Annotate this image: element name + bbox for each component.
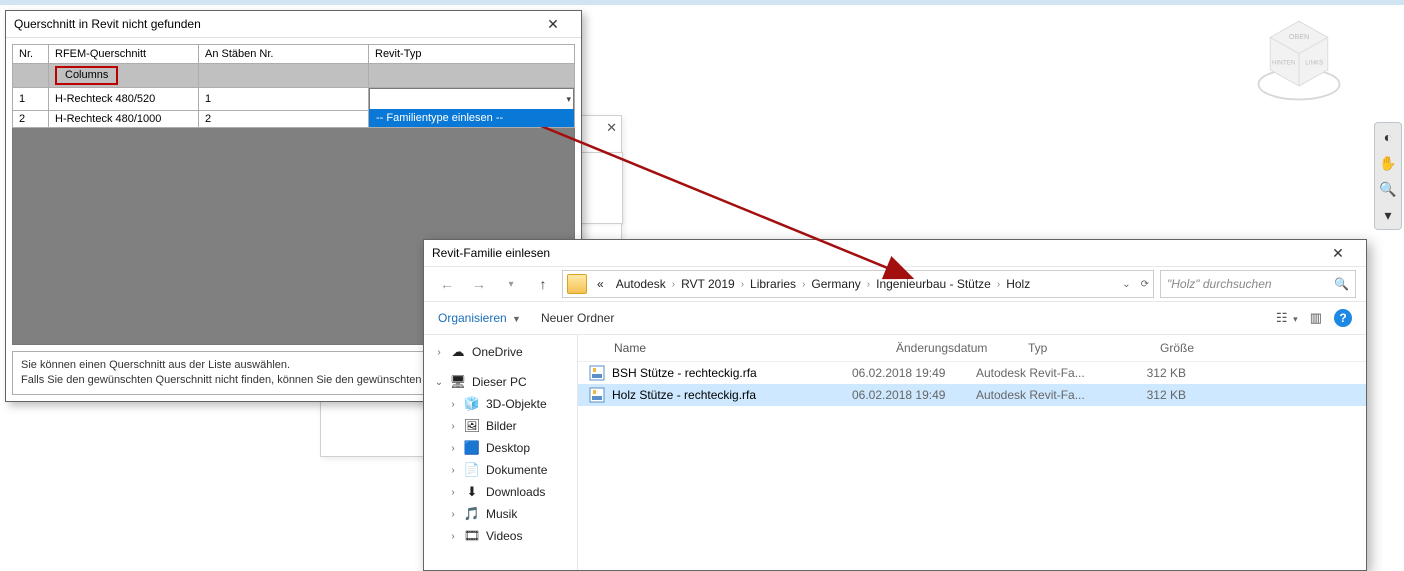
music-icon: 🎵 — [464, 506, 480, 522]
preview-pane-button[interactable]: ▥ — [1310, 310, 1322, 326]
file-row[interactable]: BSH Stütze - rechteckig.rfa06.02.2018 19… — [578, 362, 1366, 384]
querschnitt-table[interactable]: Nr. RFEM-Querschnitt An Stäben Nr. Revit… — [12, 44, 575, 128]
navigation-bar[interactable]: ◐ ✋ 🔍 ▾ — [1374, 122, 1402, 230]
table-row[interactable]: 1 H-Rechteck 480/520 1 ▾ -- Familientype… — [13, 88, 575, 111]
chevron-down-icon[interactable]: ⌄ — [1122, 279, 1130, 290]
dropdown-option[interactable]: -- Familientype einlesen -- — [369, 109, 574, 127]
organise-menu[interactable]: Organisieren ▼ — [438, 311, 521, 325]
view-cube[interactable]: OBEN HINTEN LINKS — [1254, 14, 1344, 104]
tree-node[interactable]: ›🟦Desktop — [434, 437, 577, 459]
pan-icon[interactable]: ✋ — [1378, 153, 1398, 173]
tree-node[interactable]: ›⬇Downloads — [434, 481, 577, 503]
file-row[interactable]: Holz Stütze - rechteckig.rfa06.02.2018 1… — [578, 384, 1366, 406]
recent-button[interactable]: ▾ — [498, 271, 524, 297]
doc-icon: 📄 — [464, 462, 480, 478]
file-list-header[interactable]: Name Änderungsdatum Typ Größe — [578, 335, 1366, 362]
cloud-icon: ☁ — [450, 344, 466, 360]
new-folder-button[interactable]: Neuer Ordner — [541, 311, 614, 325]
close-button[interactable]: ✕ — [533, 12, 573, 36]
svg-text:HINTEN: HINTEN — [1272, 59, 1296, 66]
tree-node[interactable]: ›🎵Musik — [434, 503, 577, 525]
pic-icon: 🖼 — [464, 418, 480, 434]
revit-type-select[interactable]: ▾ — [369, 88, 574, 110]
tree-node[interactable]: ›☁OneDrive — [434, 341, 577, 363]
tree-node[interactable]: ›🧊3D-Objekte — [434, 393, 577, 415]
dialog-title: Querschnitt in Revit nicht gefunden — [14, 17, 201, 31]
more-icon[interactable]: ▾ — [1378, 205, 1398, 225]
navigation-row: ← → ▾ ↑ « Autodesk› RVT 2019› Libraries›… — [424, 267, 1366, 301]
dialog-titlebar: Revit-Familie einlesen ✕ — [424, 240, 1366, 267]
video-icon: 🎞 — [464, 528, 480, 544]
forward-button: → — [466, 271, 492, 297]
back-button[interactable]: ← — [434, 271, 460, 297]
help-icon[interactable]: ? — [1334, 309, 1352, 327]
breadcrumb[interactable]: « Autodesk› RVT 2019› Libraries› Germany… — [562, 270, 1154, 298]
search-input[interactable]: "Holz" durchsuchen 🔍 — [1160, 270, 1356, 298]
table-header: Nr. RFEM-Querschnitt An Stäben Nr. Revit… — [13, 45, 575, 64]
dialog-titlebar: Querschnitt in Revit nicht gefunden ✕ — [6, 11, 581, 38]
refresh-icon[interactable]: ⟳ — [1141, 279, 1149, 290]
folder-icon — [567, 274, 587, 294]
pc-icon: 🖥 — [450, 374, 466, 390]
tree-node[interactable]: ›📄Dokumente — [434, 459, 577, 481]
tree-node[interactable]: ›🖼Bilder — [434, 415, 577, 437]
svg-text:LINKS: LINKS — [1305, 59, 1323, 66]
rfa-file-icon — [588, 387, 606, 403]
zoom-icon[interactable]: 🔍 — [1378, 179, 1398, 199]
toolbar: Organisieren ▼ Neuer Ordner ☷ ▾ ▥ ? — [424, 301, 1366, 335]
desk-icon: 🟦 — [464, 440, 480, 456]
dialog-title: Revit-Familie einlesen — [432, 246, 550, 260]
group-label: Columns — [55, 66, 118, 85]
search-icon: 🔍 — [1334, 277, 1349, 291]
file-open-dialog: Revit-Familie einlesen ✕ ← → ▾ ↑ « Autod… — [423, 239, 1367, 571]
cube-icon: 🧊 — [464, 396, 480, 412]
chevron-down-icon: ▾ — [566, 94, 571, 105]
tree-node[interactable]: ⌄🖥Dieser PC — [434, 371, 577, 393]
close-icon: ✕ — [606, 120, 617, 136]
folder-tree[interactable]: ›☁OneDrive ⌄🖥Dieser PC›🧊3D-Objekte›🖼Bilde… — [424, 335, 578, 570]
view-options-button[interactable]: ☷ ▾ — [1276, 310, 1298, 326]
up-button[interactable]: ↑ — [530, 271, 556, 297]
tree-node[interactable]: ›🎞Videos — [434, 525, 577, 547]
close-button[interactable]: ✕ — [1318, 241, 1358, 265]
svg-text:OBEN: OBEN — [1289, 32, 1309, 41]
down-icon: ⬇ — [464, 484, 480, 500]
rfa-file-icon — [588, 365, 606, 381]
table-group-row[interactable]: Columns — [13, 64, 575, 88]
wheel-icon[interactable]: ◐ — [1378, 127, 1398, 147]
